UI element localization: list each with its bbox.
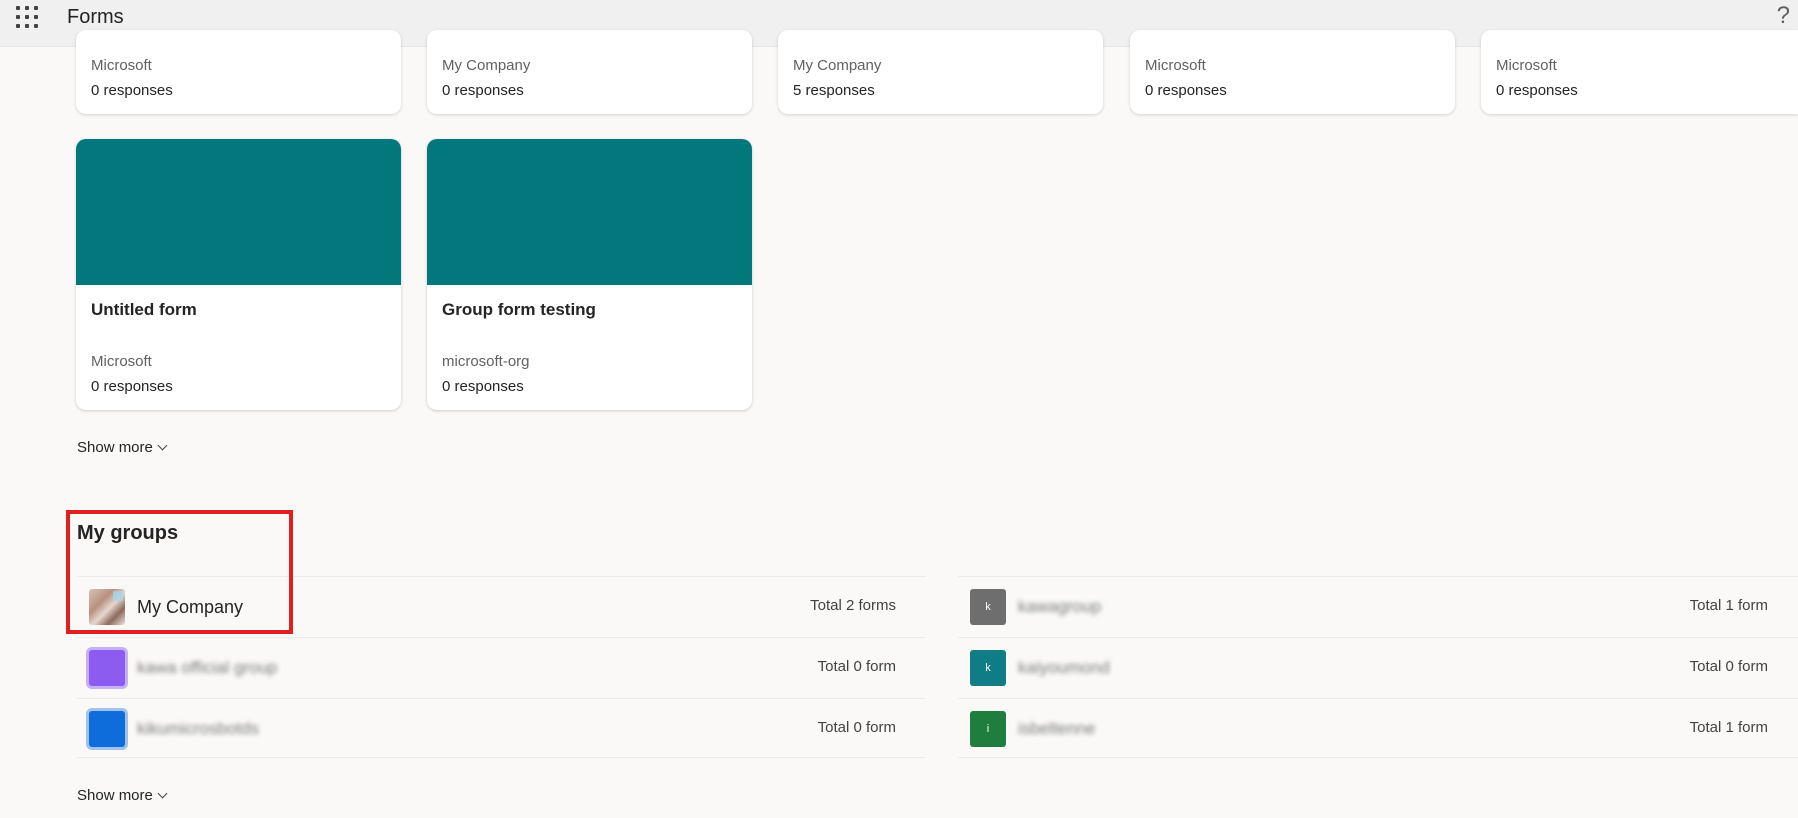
forms-show-more-button[interactable]: Show more	[77, 439, 168, 456]
form-card[interactable]: My Company 5 responses	[778, 30, 1103, 114]
form-responses: 0 responses	[91, 378, 173, 395]
form-banner	[427, 139, 752, 285]
group-avatar	[89, 711, 125, 747]
form-card[interactable]: My Company 0 responses	[427, 30, 752, 114]
form-responses: 0 responses	[1145, 82, 1227, 99]
group-name: kikumicrosbotds	[137, 719, 259, 738]
chevron-down-icon	[157, 440, 168, 451]
section-title-my-groups: My groups	[77, 522, 179, 544]
group-form-count: Total 1 form	[1689, 597, 1768, 614]
group-form-count: Total 0 form	[817, 719, 896, 736]
chevron-down-icon	[157, 788, 168, 799]
form-card-untitled[interactable]: Untitled form Microsoft 0 responses	[76, 139, 401, 410]
form-responses: 0 responses	[442, 378, 524, 395]
group-form-count: Total 1 form	[1689, 719, 1768, 736]
form-owner: Microsoft	[91, 353, 152, 370]
group-avatar: k	[970, 650, 1006, 686]
group-row[interactable]: k kaiyoumond Total 0 form	[958, 637, 1798, 697]
form-owner: My Company	[442, 57, 531, 74]
form-responses: 0 responses	[91, 82, 173, 99]
app-title[interactable]: Forms	[67, 6, 124, 29]
form-card[interactable]: Microsoft 0 responses	[1130, 30, 1455, 114]
group-form-count: Total 0 form	[817, 658, 896, 675]
show-more-label: Show more	[77, 439, 153, 456]
waffle-icon[interactable]	[16, 6, 38, 28]
form-owner: Microsoft	[1145, 57, 1206, 74]
group-name: kawagroup	[1018, 597, 1102, 616]
group-name: kaiyoumond	[1018, 658, 1110, 677]
group-name: isbeltenne	[1018, 719, 1096, 738]
groups-show-more-button[interactable]: Show more	[77, 787, 168, 804]
form-owner: My Company	[793, 57, 882, 74]
form-responses: 5 responses	[793, 82, 875, 99]
group-name: kawa official group	[137, 658, 278, 677]
group-avatar: k	[970, 589, 1006, 625]
group-row[interactable]: kawa official group Total 0 form	[77, 637, 926, 697]
group-avatar	[89, 650, 125, 686]
form-banner	[76, 139, 401, 285]
group-row[interactable]: k kawagroup Total 1 form	[958, 576, 1798, 636]
form-owner: Microsoft	[1496, 57, 1557, 74]
group-name: My Company	[137, 597, 244, 617]
show-more-label: Show more	[77, 787, 153, 804]
group-row[interactable]: kikumicrosbotds Total 0 form	[77, 698, 926, 758]
form-card-group-form-testing[interactable]: Group form testing microsoft-org 0 respo…	[427, 139, 752, 410]
group-form-count: Total 2 forms	[810, 597, 896, 614]
form-card[interactable]: Microsoft 0 responses	[1481, 30, 1798, 114]
group-row-my-company[interactable]: My Company Total 2 forms	[77, 576, 926, 636]
form-responses: 0 responses	[442, 82, 524, 99]
group-avatar: i	[970, 711, 1006, 747]
form-title: Untitled form	[91, 300, 197, 319]
group-row[interactable]: i isbeltenne Total 1 form	[958, 698, 1798, 758]
help-icon[interactable]: ?	[1777, 2, 1790, 30]
form-title: Group form testing	[442, 300, 596, 319]
group-avatar	[89, 589, 125, 625]
form-owner: microsoft-org	[442, 353, 530, 370]
group-form-count: Total 0 form	[1689, 658, 1768, 675]
form-owner: Microsoft	[91, 57, 152, 74]
form-responses: 0 responses	[1496, 82, 1578, 99]
form-card[interactable]: Microsoft 0 responses	[76, 30, 401, 114]
